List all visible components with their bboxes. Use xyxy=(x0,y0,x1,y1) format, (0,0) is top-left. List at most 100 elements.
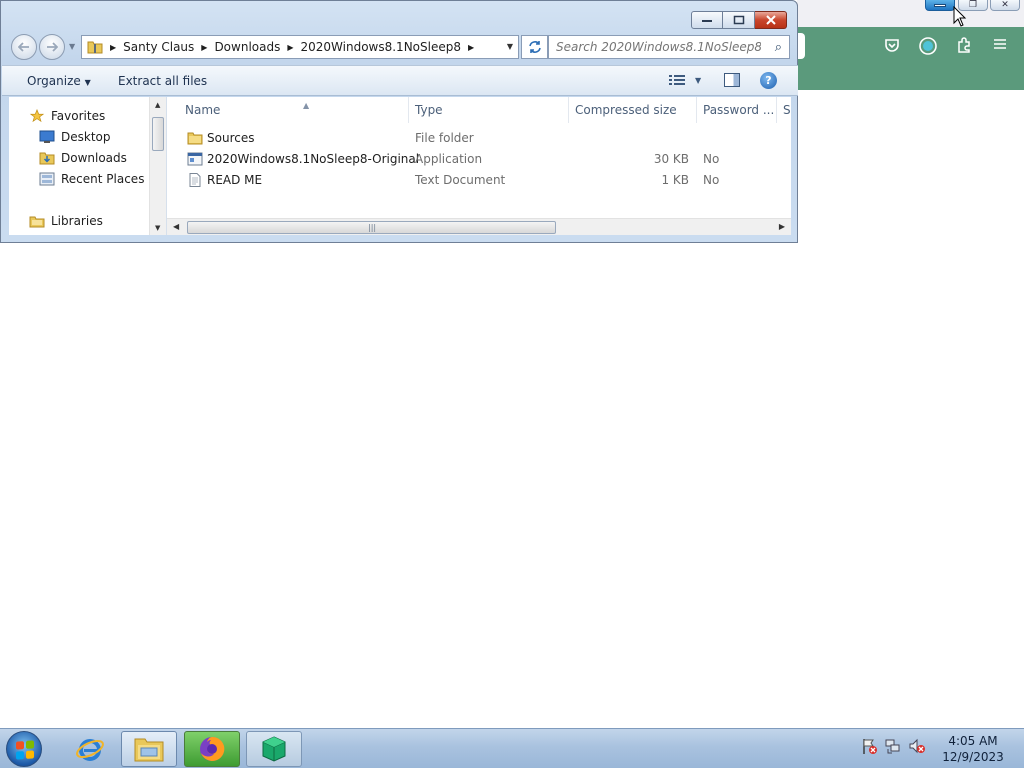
search-box[interactable]: ⌕ xyxy=(548,35,790,59)
close-button[interactable] xyxy=(755,11,787,29)
extensions-icon[interactable] xyxy=(954,36,974,56)
sort-ascending-icon: ▲ xyxy=(303,101,310,110)
taskbar-package-app[interactable] xyxy=(246,731,302,767)
mouse-cursor-icon xyxy=(953,6,967,27)
command-bar: Organize ▼ Extract all files ▼ ? xyxy=(2,65,798,96)
taskbar-windows-explorer[interactable] xyxy=(121,731,177,767)
nav-item-label: Desktop xyxy=(61,130,111,144)
forward-button[interactable] xyxy=(39,34,65,60)
file-list-horizontal-scrollbar[interactable]: ◀ ||| ▶ xyxy=(167,218,791,235)
file-list: Name ▲ Type Compressed size Password ...… xyxy=(167,97,791,235)
network-icon[interactable] xyxy=(884,737,902,755)
column-header-password[interactable]: Password ... xyxy=(697,97,777,123)
menu-icon[interactable] xyxy=(990,36,1010,56)
breadcrumb-item-downloads[interactable]: Downloads xyxy=(214,40,280,54)
table-row[interactable]: READ ME Text Document 1 KB No xyxy=(167,170,791,191)
column-header-name[interactable]: Name ▲ xyxy=(179,97,409,123)
folder-icon xyxy=(187,132,203,145)
address-bar[interactable]: ▶ Santy Claus ▶ Downloads ▶ 2020Windows8… xyxy=(81,35,519,59)
scroll-up-arrow-icon[interactable]: ▲ xyxy=(155,101,160,109)
browser-minimize-button[interactable] xyxy=(925,0,955,11)
windows-logo-icon xyxy=(16,740,34,760)
scroll-right-arrow-icon[interactable]: ▶ xyxy=(779,222,785,231)
system-clock[interactable]: 4:05 AM 12/9/2023 xyxy=(936,733,1010,765)
explorer-window: ▼ ▶ Santy Claus ▶ Downloads ▶ 2020Window… xyxy=(0,0,798,243)
preview-pane-button[interactable] xyxy=(724,73,740,87)
breadcrumb: ▶ Santy Claus ▶ Downloads ▶ 2020Windows8… xyxy=(103,40,481,54)
column-header-label: Name xyxy=(185,103,221,117)
view-options-dropdown[interactable]: ▼ xyxy=(695,76,701,85)
file-name: READ ME xyxy=(207,173,263,187)
zip-folder-icon xyxy=(87,41,103,54)
breadcrumb-separator-icon[interactable]: ▶ xyxy=(201,43,207,52)
internet-explorer-icon xyxy=(76,739,104,761)
minimize-button[interactable] xyxy=(691,11,723,29)
recent-pages-dropdown[interactable]: ▼ xyxy=(69,42,75,51)
recent-places-icon xyxy=(39,172,55,186)
nav-item-favorites[interactable]: Favorites xyxy=(29,106,105,126)
file-name: 2020Windows8.1NoSleep8-Original xyxy=(207,152,420,166)
star-icon xyxy=(29,109,45,123)
start-button[interactable] xyxy=(6,731,42,767)
taskbar-firefox[interactable] xyxy=(184,731,240,767)
libraries-icon xyxy=(29,216,45,228)
nav-item-downloads[interactable]: Downloads xyxy=(39,148,127,168)
desktop-icon xyxy=(39,130,55,143)
breadcrumb-separator-icon[interactable]: ▶ xyxy=(468,43,474,52)
file-compressed-size: 30 KB xyxy=(653,152,689,166)
organize-label: Organize xyxy=(27,74,81,88)
nav-item-label: Downloads xyxy=(61,151,127,165)
clock-date: 12/9/2023 xyxy=(942,750,1004,764)
table-row[interactable]: Sources File folder xyxy=(167,128,791,149)
scrollbar-thumb[interactable] xyxy=(152,117,164,151)
file-compressed-size: 1 KB xyxy=(661,173,689,187)
pocket-icon[interactable] xyxy=(882,36,902,56)
column-header-label: Compressed size xyxy=(575,103,677,117)
nav-item-desktop[interactable]: Desktop xyxy=(39,127,111,147)
navigation-pane-scrollbar[interactable]: ▲ ▼ xyxy=(149,97,166,235)
scroll-down-arrow-icon[interactable]: ▼ xyxy=(155,224,160,232)
system-tray xyxy=(860,737,926,755)
column-header-compressed-size[interactable]: Compressed size xyxy=(569,97,697,123)
background-browser-urlbar[interactable] xyxy=(797,33,805,59)
column-header-label: Password ... xyxy=(703,103,775,117)
column-header-label: Si xyxy=(783,103,791,117)
extract-all-files-button[interactable]: Extract all files xyxy=(118,74,207,88)
table-row[interactable]: 2020Windows8.1NoSleep8-Original Applicat… xyxy=(167,149,791,170)
volume-muted-icon[interactable] xyxy=(908,737,926,755)
breadcrumb-item-santy-claus[interactable]: Santy Claus xyxy=(123,40,194,54)
taskbar: 4:05 AM 12/9/2023 xyxy=(0,728,1024,768)
downloads-folder-icon xyxy=(39,152,55,165)
nav-item-libraries[interactable]: Libraries xyxy=(29,211,103,231)
help-button[interactable]: ? xyxy=(760,72,777,89)
file-type: Text Document xyxy=(415,173,506,187)
column-header-size[interactable]: Si xyxy=(777,97,791,123)
refresh-icon xyxy=(528,41,541,53)
file-password: No xyxy=(703,173,720,187)
scrollbar-grip-icon: ||| xyxy=(368,223,377,232)
details-view-icon xyxy=(669,75,685,85)
taskbar-internet-explorer[interactable] xyxy=(62,731,118,767)
nav-item-recent-places[interactable]: Recent Places xyxy=(39,169,144,189)
maximize-button[interactable] xyxy=(723,11,755,29)
organize-button[interactable]: Organize ▼ xyxy=(27,74,91,88)
account-icon[interactable] xyxy=(918,36,938,56)
scrollbar-thumb[interactable]: ||| xyxy=(187,221,556,234)
back-button[interactable] xyxy=(11,34,37,60)
action-center-flag-icon[interactable] xyxy=(860,737,878,755)
breadcrumb-separator-icon[interactable]: ▶ xyxy=(110,43,116,52)
breadcrumb-item-current-folder[interactable]: 2020Windows8.1NoSleep8 xyxy=(301,40,461,54)
scroll-left-arrow-icon[interactable]: ◀ xyxy=(173,222,179,231)
firefox-icon xyxy=(200,736,225,761)
refresh-button[interactable] xyxy=(521,35,548,59)
file-type: File folder xyxy=(415,131,474,145)
browser-close-button[interactable]: ✕ xyxy=(990,0,1020,11)
file-name: Sources xyxy=(207,131,255,145)
breadcrumb-separator-icon[interactable]: ▶ xyxy=(287,43,293,52)
change-view-button[interactable] xyxy=(669,74,685,89)
address-history-dropdown[interactable]: ▼ xyxy=(507,42,513,51)
file-password: No xyxy=(703,152,720,166)
search-icon[interactable]: ⌕ xyxy=(775,40,782,55)
search-input[interactable] xyxy=(556,40,761,54)
column-header-type[interactable]: Type xyxy=(409,97,569,123)
